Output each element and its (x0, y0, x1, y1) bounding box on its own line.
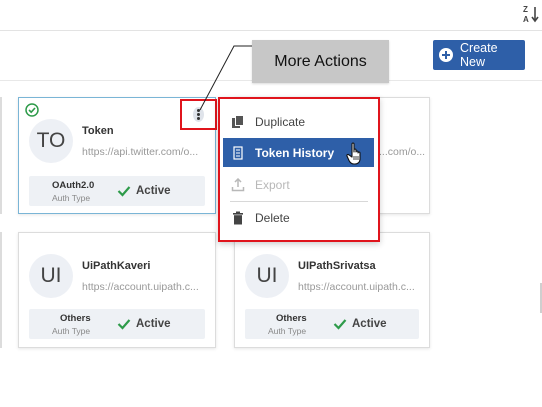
avatar: UI (29, 254, 73, 298)
menu-item-duplicate[interactable]: Duplicate (223, 107, 374, 136)
create-new-button[interactable]: Create New (433, 40, 525, 70)
create-new-label: Create New (460, 41, 498, 69)
left-edge-card-fragment (0, 232, 2, 348)
menu-item-label: Delete (255, 210, 290, 225)
selected-check-icon (25, 103, 39, 117)
connection-card-uipathkaveri[interactable]: UI UiPathKaveri https://account.uipath.c… (18, 232, 216, 348)
hand-cursor-icon (346, 142, 361, 165)
card-footer: OAuth2.0 Auth Type Active (29, 176, 205, 206)
menu-item-delete[interactable]: Delete (223, 203, 374, 232)
auth-type-label: Auth Type (268, 326, 307, 336)
more-actions-menu: Duplicate Token History Export Delete (218, 97, 380, 242)
left-edge-card-fragment (0, 97, 2, 214)
auth-type-value: Others (276, 313, 307, 324)
menu-item-export[interactable]: Export (223, 170, 374, 199)
card-name: UiPathKaveri (82, 260, 151, 272)
card-url: https://account.uipath.c... (82, 281, 199, 293)
auth-type-value: OAuth2.0 (52, 180, 95, 191)
menu-item-label: Token History (255, 145, 335, 160)
check-icon (117, 319, 131, 330)
status-label: Active (136, 185, 171, 197)
duplicate-icon (232, 114, 244, 128)
check-icon (117, 186, 131, 197)
status-label: Active (136, 318, 171, 330)
card-footer: Others Auth Type Active (29, 309, 205, 339)
card-url: ...com/o... (379, 146, 426, 158)
history-icon (233, 145, 243, 160)
export-icon (231, 177, 245, 191)
trash-icon (233, 211, 243, 224)
status-badge: Active (117, 317, 171, 331)
svg-text:Z: Z (523, 5, 528, 14)
card-name: Token (82, 125, 114, 137)
kebab-menu-icon (193, 107, 204, 122)
toolbar-divider (0, 30, 542, 31)
status-badge: Active (117, 184, 171, 198)
avatar: UI (245, 254, 289, 298)
card-url: https://api.twitter.com/o... (82, 146, 199, 158)
card-name: UIPathSrivatsa (298, 260, 376, 272)
more-actions-button[interactable] (180, 99, 217, 130)
auth-type-label: Auth Type (52, 326, 91, 336)
card-footer: Others Auth Type Active (245, 309, 419, 339)
check-icon (333, 319, 347, 330)
status-badge: Active (333, 317, 387, 331)
sort-za-icon[interactable]: Z A (522, 4, 540, 24)
more-actions-callout: More Actions (252, 40, 389, 83)
menu-item-label: Duplicate (255, 114, 306, 129)
card-url: https://account.uipath.c... (298, 281, 415, 293)
plus-circle-icon (439, 48, 453, 62)
auth-type-value: Others (60, 313, 91, 324)
status-label: Active (352, 318, 387, 330)
avatar: TO (29, 119, 73, 163)
connection-card-uipathsrivatsa[interactable]: UI UIPathSrivatsa https://account.uipath… (234, 232, 430, 348)
auth-type-label: Auth Type (52, 193, 91, 203)
menu-divider (230, 201, 368, 202)
menu-item-label: Export (255, 177, 290, 192)
svg-text:A: A (523, 15, 529, 24)
